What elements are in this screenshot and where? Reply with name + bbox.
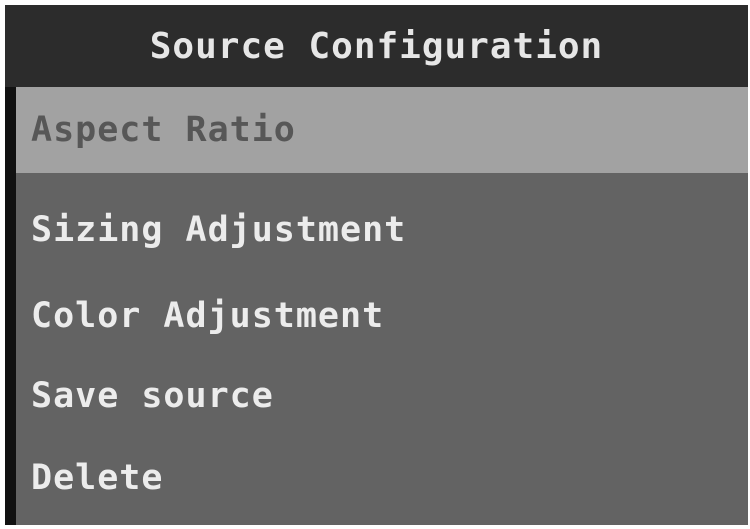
menu-item-label: Sizing Adjustment bbox=[31, 210, 407, 250]
menu-item-aspect-ratio[interactable]: Aspect Ratio bbox=[16, 87, 748, 173]
title-bar: Source Configuration bbox=[5, 5, 748, 87]
menu-item-sizing-adjustment[interactable]: Sizing Adjustment bbox=[16, 187, 748, 273]
menu-item-label: Save source bbox=[31, 376, 274, 416]
menu-item-save-source[interactable]: Save source bbox=[16, 355, 748, 437]
osd-window: Source Configuration Aspect Ratio Sizing… bbox=[5, 5, 748, 525]
menu-item-delete[interactable]: Delete bbox=[16, 437, 748, 519]
menu-item-label: Color Adjustment bbox=[31, 296, 385, 336]
menu-item-color-adjustment[interactable]: Color Adjustment bbox=[16, 273, 748, 359]
menu-item-label: Delete bbox=[31, 458, 164, 498]
menu-list: Aspect Ratio Sizing Adjustment Color Adj… bbox=[16, 87, 748, 525]
window-title: Source Configuration bbox=[149, 25, 604, 67]
menu-item-label: Aspect Ratio bbox=[31, 110, 296, 150]
